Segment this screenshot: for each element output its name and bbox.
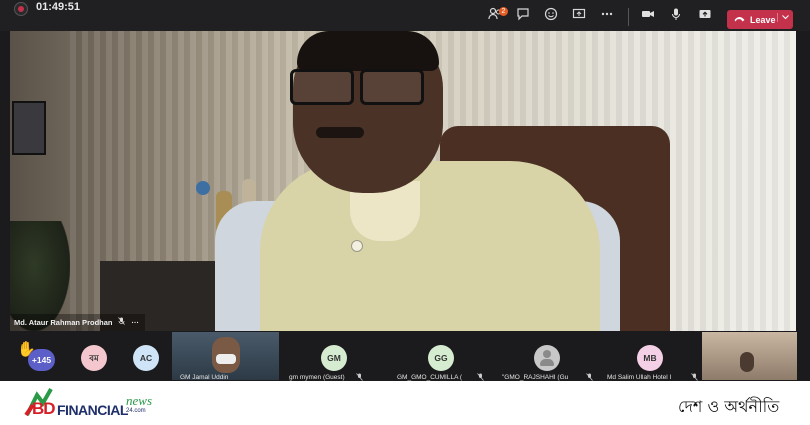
speaker-name: Md. Ataur Rahman Prodhan	[14, 318, 113, 327]
footer-tagline: দেশ ও অর্থনীতি	[678, 397, 780, 416]
speaker-more-button[interactable]: ···	[131, 314, 139, 331]
main-speaker-video[interactable]: Md. Ataur Rahman Prodhan ···	[10, 31, 796, 331]
hang-up-icon	[734, 15, 745, 25]
participants-count-badge: 2	[499, 7, 508, 16]
participant-name: Md Salim Ullah Hotel I	[607, 374, 672, 381]
guest-avatar-icon[interactable]	[534, 345, 560, 371]
reactions-icon[interactable]	[543, 7, 559, 23]
participant-name: GM_GMO_CUMILLA (	[397, 374, 463, 381]
logo-24: 24.com	[126, 408, 146, 414]
meeting-toolbar: 01:49:51 2 Leave	[0, 0, 810, 31]
camera-icon[interactable]	[640, 7, 656, 23]
leave-label: Leave	[750, 14, 776, 25]
muted-mic-icon	[118, 314, 126, 331]
participant-name: "GMO_RAJSHAHI (Gu	[502, 374, 569, 381]
recording-icon	[14, 2, 28, 16]
speaker-mustache	[316, 127, 364, 138]
more-actions-icon[interactable]	[599, 7, 615, 23]
globe-trophy	[196, 181, 210, 195]
participant-person	[740, 352, 754, 372]
overflow-participants-button[interactable]: +145	[28, 349, 55, 371]
speaker-name-tag: Md. Ataur Rahman Prodhan ···	[10, 314, 145, 331]
meeting-timer: 01:49:51	[36, 1, 81, 13]
logo-news: news	[126, 393, 152, 408]
chat-icon[interactable]	[515, 7, 531, 23]
participant-name: gm mymen (Guest)	[289, 374, 345, 381]
share-screen-icon[interactable]	[571, 7, 587, 23]
leave-button[interactable]: Leave	[727, 10, 793, 29]
participant-video-tile[interactable]	[172, 332, 279, 380]
participant-avatar[interactable]: MB	[637, 345, 663, 371]
participant-video-tile[interactable]	[702, 332, 797, 380]
vest-button	[351, 240, 363, 252]
speaker-vest	[260, 161, 600, 331]
participant-avatar[interactable]: বম	[81, 345, 107, 371]
wall-frame	[12, 101, 46, 155]
speaker-glasses	[272, 69, 432, 105]
toolbar-divider	[628, 8, 629, 26]
bdfinancial-logo: BD FINANCIAL news 24.com	[23, 385, 163, 423]
participant-name: GM Jamal Uddin	[180, 374, 229, 381]
chevron-down-icon[interactable]	[777, 13, 789, 22]
microphone-icon[interactable]	[668, 7, 684, 23]
participant-avatar[interactable]: GM	[321, 345, 347, 371]
participant-avatar[interactable]: GG	[428, 345, 454, 371]
participant-avatar[interactable]: AC	[133, 345, 159, 371]
logo-bd: BD	[32, 399, 56, 418]
face-mask	[216, 354, 236, 364]
share-tray-icon[interactable]	[697, 7, 713, 23]
speaker-hair	[297, 31, 439, 71]
logo-financial: FINANCIAL	[57, 402, 128, 418]
